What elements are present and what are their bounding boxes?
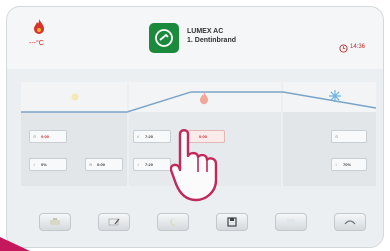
program-button[interactable] [149,23,179,53]
predry-vacuum-cell[interactable]: ↕ 0% [29,158,67,171]
info-icon [287,219,295,225]
thermometer-icon [50,218,60,225]
firing-rate-cell[interactable]: //7:20 [133,130,171,143]
header: ---°C LUMEX AC 1. Dentinbrand 14:36 [7,7,383,69]
save-icon [227,217,237,227]
flame-icon [34,19,44,34]
predry-sun-icon [71,93,79,101]
clock-time: 14:36 [350,44,366,50]
save-button[interactable] [216,213,248,231]
predry-time-cell[interactable]: ⊙ 0:00 [29,130,67,143]
predry-side-cell[interactable]: ⊖ 0:00 [85,158,123,171]
lift-arc-icon [344,220,356,225]
temperature-readout: ---°C [29,40,44,47]
cooling-vacuum-cell[interactable]: ↕ 70% [331,158,367,171]
program-name: LUMEX AC [187,28,224,35]
blank-button[interactable] [275,213,307,231]
cooling-temp-cell[interactable]: ⊙ [331,130,367,143]
snowflake-icon [329,90,341,102]
pencil-icon [108,218,120,226]
firing-vacuum-cell[interactable]: ↕ 7:20 [133,158,171,171]
moon-icon [170,218,177,226]
clock-icon [339,44,348,53]
program-title: LUMEX AC 1. Dentinbrand [187,27,236,45]
toolbar [25,213,366,233]
temp-button[interactable] [39,213,71,231]
edit-button[interactable] [98,213,130,231]
program-subtitle: 1. Dentinbrand [187,37,237,44]
firing-mode-icon [155,29,173,47]
lift-button[interactable] [334,213,366,231]
flame-icon [199,92,209,105]
night-button[interactable] [157,213,189,231]
oven-display: ---°C LUMEX AC 1. Dentinbrand 14:36 ⊙ 0:… [6,6,384,248]
corner-accent [0,237,30,251]
touch-hand-icon [170,129,218,202]
